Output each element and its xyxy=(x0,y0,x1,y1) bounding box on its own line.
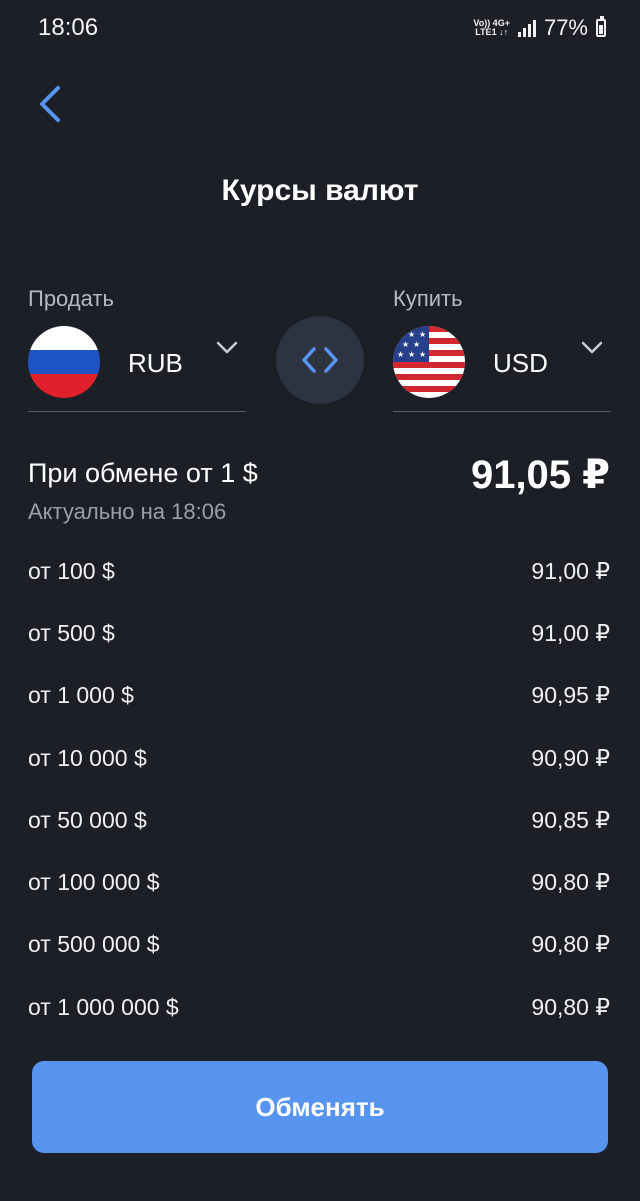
tier-rate: 90,85 ₽ xyxy=(531,806,610,833)
buy-currency-code: USD xyxy=(493,348,548,378)
tier-threshold: от 1 000 000 $ xyxy=(28,993,179,1020)
tier-threshold: от 50 000 $ xyxy=(28,806,147,833)
svg-text:★: ★ xyxy=(413,340,420,349)
chevron-down-icon xyxy=(581,341,603,354)
page-title: Курсы валют xyxy=(221,174,419,207)
rate-tier-row: от 1 000 000 $ 90,80 ₽ xyxy=(28,976,610,1038)
tier-rate: 91,00 ₽ xyxy=(531,619,610,646)
rate-tier-row: от 50 000 $ 90,85 ₽ xyxy=(28,789,610,851)
chevron-down-icon xyxy=(216,341,238,354)
svg-text:★: ★ xyxy=(397,350,404,359)
chevron-left-icon xyxy=(40,86,60,122)
buy-currency-selector[interactable]: ★ ★ ★ ★ ★ ★ ★ ★ USD xyxy=(393,322,611,412)
rate-tier-row: от 1 000 $ 90,95 ₽ xyxy=(28,665,610,727)
tier-threshold: от 10 000 $ xyxy=(28,744,147,771)
back-button[interactable] xyxy=(30,82,74,126)
tier-rate: 90,80 ₽ xyxy=(531,993,610,1020)
tier-threshold: от 1 000 $ xyxy=(28,682,134,709)
rate-tier-row: от 500 $ 91,00 ₽ xyxy=(28,602,610,664)
exchange-button[interactable]: Обменять xyxy=(32,1061,608,1153)
tier-rate: 90,90 ₽ xyxy=(531,744,610,771)
svg-text:★: ★ xyxy=(419,330,426,339)
battery-percent: 77% xyxy=(543,15,588,40)
sell-currency-selector[interactable]: RUB xyxy=(28,322,246,412)
rate-tier-row: от 100 $ 91,00 ₽ xyxy=(28,540,610,602)
rate-updated-time: Актуально на 18:06 xyxy=(28,499,227,524)
tier-rate: 91,00 ₽ xyxy=(531,557,610,584)
tier-threshold: от 500 $ xyxy=(28,619,115,646)
svg-text:★: ★ xyxy=(408,330,415,339)
main-rate-value: 91,05 ₽ xyxy=(470,453,610,497)
svg-text:★: ★ xyxy=(397,330,404,339)
tier-threshold: от 100 $ xyxy=(28,557,115,584)
svg-text:★: ★ xyxy=(408,350,415,359)
usa-flag-icon: ★ ★ ★ ★ ★ ★ ★ ★ xyxy=(393,326,465,398)
status-bar: 18:06 Vo)) 4G+ LTE1 ↓↑ 77% xyxy=(0,0,640,58)
svg-text:★: ★ xyxy=(402,340,409,349)
buy-label: Купить xyxy=(393,286,463,311)
tier-rate: 90,95 ₽ xyxy=(531,682,610,709)
rate-tier-row: от 10 000 $ 90,90 ₽ xyxy=(28,727,610,789)
status-indicators: Vo)) 4G+ LTE1 ↓↑ 77% xyxy=(473,12,606,44)
swap-currencies-button[interactable] xyxy=(276,316,364,404)
status-time: 18:06 xyxy=(38,14,99,41)
tier-threshold: от 100 000 $ xyxy=(28,869,160,896)
rate-tier-row: от 500 000 $ 90,80 ₽ xyxy=(28,914,610,976)
rate-tier-row: от 100 000 $ 90,80 ₽ xyxy=(28,851,610,913)
signal-icon xyxy=(517,19,536,37)
network-bottom-text: LTE1 ↓↑ xyxy=(475,27,509,37)
sell-label: Продать xyxy=(28,286,114,311)
tier-rate: 90,80 ₽ xyxy=(531,869,610,896)
sell-currency-code: RUB xyxy=(128,348,183,378)
swap-arrows-icon xyxy=(302,347,338,373)
network-indicator: Vo)) 4G+ LTE1 ↓↑ xyxy=(473,19,510,37)
main-rate-label: При обмене от 1 $ xyxy=(28,458,258,488)
battery-icon xyxy=(596,16,606,37)
russia-flag-icon xyxy=(28,326,100,398)
tier-rate: 90,80 ₽ xyxy=(531,931,610,958)
svg-text:★: ★ xyxy=(419,350,426,359)
rate-tiers-list: от 100 $ 91,00 ₽ от 500 $ 91,00 ₽ от 1 0… xyxy=(28,540,610,1038)
tier-threshold: от 500 000 $ xyxy=(28,931,160,958)
